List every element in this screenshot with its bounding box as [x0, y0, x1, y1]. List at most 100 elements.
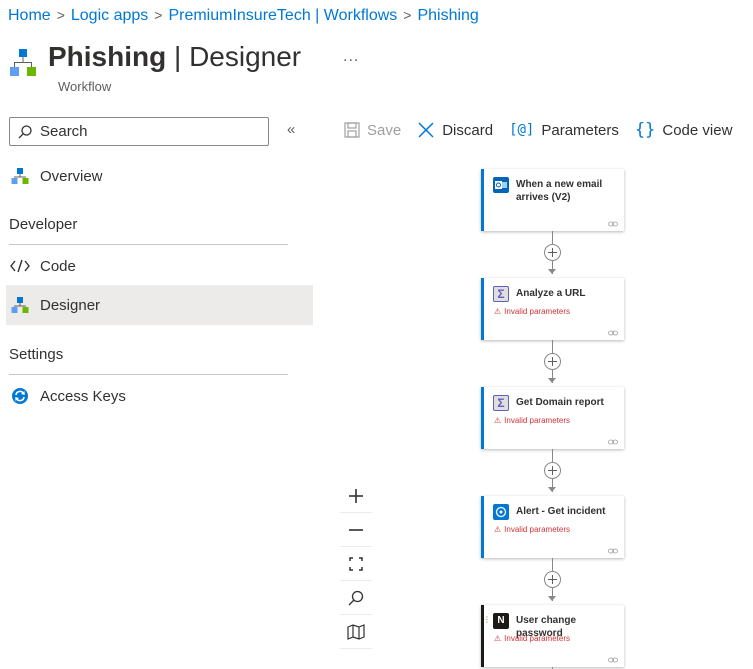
parameters-button[interactable]: [@] Parameters: [509, 122, 619, 139]
sidebar-item-access-keys[interactable]: Access Keys: [6, 376, 313, 416]
add-step-button[interactable]: [544, 353, 561, 370]
section-divider: [9, 244, 288, 245]
search-canvas-button[interactable]: [340, 581, 372, 615]
minus-icon: [349, 528, 363, 531]
n-logo-icon: N: [493, 613, 509, 629]
fit-view-button[interactable]: [340, 547, 372, 581]
link-icon: [608, 439, 618, 445]
step-title: Get Domain report: [516, 397, 604, 408]
link-icon: [608, 330, 618, 336]
step-warning-text: Invalid parameters: [504, 416, 570, 425]
discard-label: Discard: [442, 121, 494, 139]
arrow-head: [548, 269, 556, 274]
zoom-controls: [340, 479, 372, 649]
link-icon: [608, 548, 618, 554]
parameters-icon: [@]: [509, 122, 535, 138]
breadcrumb-home[interactable]: Home: [8, 7, 51, 24]
plus-icon: [548, 575, 557, 584]
warning-icon: ⚠: [494, 416, 502, 425]
workflow-step-get-domain-report[interactable]: Σ Get Domain report ⚠ Invalid parameters: [481, 387, 624, 449]
link-icon: [608, 221, 618, 227]
step-title: When a new email arrives (V2): [516, 179, 603, 203]
add-step-button[interactable]: [544, 462, 561, 479]
warning-icon: ⚠: [494, 634, 502, 643]
sidebar-item-label: Designer: [40, 296, 101, 314]
sentinel-icon: [493, 504, 509, 520]
arrow-head: [548, 378, 556, 383]
collapse-sidebar-button[interactable]: «: [287, 121, 295, 138]
page-title-name: Phishing: [48, 41, 167, 72]
sidebar-item-label: Access Keys: [40, 387, 126, 405]
save-button[interactable]: Save: [344, 122, 401, 139]
designer-toolbar: Save Discard [@] Parameters {} Code view: [344, 120, 748, 140]
step-warning: ⚠ Invalid parameters: [494, 634, 570, 643]
sidebar-item-designer[interactable]: Designer: [6, 285, 313, 325]
section-divider: [9, 374, 288, 375]
step-warning-text: Invalid parameters: [504, 634, 570, 643]
workflow-step-email-trigger[interactable]: When a new email arrives (V2): [481, 169, 624, 231]
link-icon: [608, 657, 618, 663]
map-icon: [347, 623, 365, 640]
save-label: Save: [367, 121, 402, 139]
zoom-out-button[interactable]: [340, 513, 372, 547]
step-warning: ⚠ Invalid parameters: [494, 525, 570, 534]
workflow-step-alert-get-incident[interactable]: Alert - Get incident ⚠ Invalid parameter…: [481, 496, 624, 558]
plus-icon: [349, 488, 363, 503]
add-step-button[interactable]: [544, 571, 561, 588]
hierarchy-icon: [10, 166, 30, 186]
sidebar-search[interactable]: [9, 117, 269, 146]
sidebar-item-label: Overview: [40, 167, 103, 185]
plus-icon: [548, 248, 557, 257]
save-icon: [344, 122, 360, 138]
section-header-developer: Developer: [9, 216, 78, 233]
breadcrumb-separator: >: [56, 7, 65, 23]
key-refresh-icon: [10, 386, 30, 406]
hierarchy-icon: [10, 49, 36, 76]
minimap-button[interactable]: [340, 615, 372, 649]
breadcrumb-separator: >: [403, 7, 412, 23]
code-view-button[interactable]: {} Code view: [635, 120, 733, 140]
hierarchy-icon: [10, 295, 30, 315]
step-warning: ⚠ Invalid parameters: [494, 307, 570, 316]
sidebar-item-code[interactable]: Code: [6, 246, 313, 286]
sidebar-item-label: Code: [40, 257, 76, 275]
drag-handle-icon[interactable]: ⋮: [483, 615, 491, 624]
page-subtitle: Workflow: [58, 79, 112, 94]
more-options-button[interactable]: ...: [343, 48, 359, 66]
add-step-button[interactable]: [544, 244, 561, 261]
breadcrumb-separator: >: [154, 7, 163, 23]
search-icon: [18, 124, 32, 138]
step-warning-text: Invalid parameters: [504, 525, 570, 534]
search-icon: [348, 590, 364, 605]
breadcrumb: Home > Logic apps > PremiumInsureTech | Work…: [8, 7, 479, 25]
fit-view-icon: [349, 556, 363, 571]
zoom-in-button[interactable]: [340, 479, 372, 513]
breadcrumb-logic-apps[interactable]: Logic apps: [71, 7, 148, 24]
arrow-head: [548, 596, 556, 601]
step-warning-text: Invalid parameters: [504, 307, 570, 316]
braces-icon: {}: [634, 120, 656, 140]
plus-icon: [548, 357, 557, 366]
breadcrumb-workflows[interactable]: PremiumInsureTech | Workflows: [168, 7, 397, 24]
search-input[interactable]: [38, 122, 258, 141]
discard-button[interactable]: Discard: [417, 121, 493, 139]
page-title: Phishing | Designer: [48, 40, 301, 74]
code-icon: [10, 256, 30, 276]
step-title: Analyze a URL: [516, 288, 586, 299]
parameters-label: Parameters: [541, 121, 619, 139]
page-header: Phishing | Designer: [10, 40, 301, 78]
step-warning: ⚠ Invalid parameters: [494, 416, 570, 425]
code-view-label: Code view: [662, 121, 733, 139]
outlook-icon: [493, 177, 509, 193]
sidebar-item-overview[interactable]: Overview: [6, 156, 313, 196]
close-icon: [417, 121, 435, 139]
sigma-icon: Σ: [493, 286, 509, 302]
workflow-step-analyze-url[interactable]: Σ Analyze a URL ⚠ Invalid parameters: [481, 278, 624, 340]
warning-icon: ⚠: [494, 525, 502, 534]
page-title-divider: |: [174, 41, 182, 72]
breadcrumb-phishing[interactable]: Phishing: [417, 7, 478, 24]
designer-canvas[interactable]: When a new email arrives (V2) Σ Analyze …: [330, 152, 753, 669]
sigma-icon: Σ: [493, 395, 509, 411]
step-title: Alert - Get incident: [516, 506, 606, 517]
workflow-step-user-change-password[interactable]: ⋮ N User change password ⚠ Invalid param…: [481, 605, 624, 667]
